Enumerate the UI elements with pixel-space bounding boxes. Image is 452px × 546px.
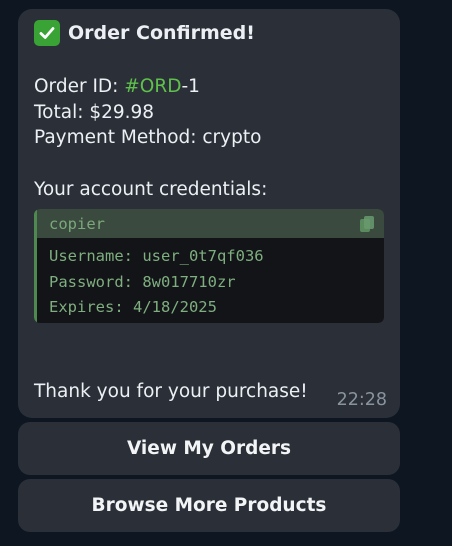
order-id-label: Order ID: [34, 76, 125, 97]
thanks-text: Thank you for your purchase! [34, 381, 308, 402]
credential-expires: Expires: 4/18/2025 [49, 298, 217, 316]
browse-more-products-label: Browse More Products [91, 495, 327, 516]
message-time: 22:28 [336, 390, 387, 410]
code-block-body: Username: user_0t7qf036 Password: 8w0177… [34, 238, 384, 323]
view-my-orders-label: View My Orders [126, 438, 292, 459]
view-my-orders-button[interactable]: View My Orders [18, 422, 400, 475]
order-id-line: Order ID: #ORD-1 [34, 74, 200, 100]
browse-more-products-button[interactable]: Browse More Products [18, 479, 400, 532]
code-block-header: copier [34, 209, 384, 238]
message-title-row: Order Confirmed! [34, 20, 255, 46]
credential-password: Password: 8w017710zr [49, 272, 236, 291]
credentials-heading: Your account credentials: [34, 179, 268, 200]
payment-method-line: Payment Method: crypto [34, 127, 262, 148]
copy-icon[interactable] [359, 215, 375, 233]
message-bubble: Order Confirmed! Order ID: #ORD-1 Total:… [18, 9, 400, 418]
credential-username: Username: user_0t7qf036 [49, 247, 264, 265]
check-mark-icon [34, 20, 60, 46]
order-id-link[interactable]: #ORD [124, 76, 181, 97]
message-title: Order Confirmed! [68, 22, 255, 44]
total-line: Total: $29.98 [34, 102, 155, 123]
code-language-label: copier [49, 214, 105, 233]
order-id-suffix: -1 [181, 76, 200, 97]
credentials-code-block[interactable]: copier Username: user_0t7qf036 Password:… [34, 209, 384, 323]
